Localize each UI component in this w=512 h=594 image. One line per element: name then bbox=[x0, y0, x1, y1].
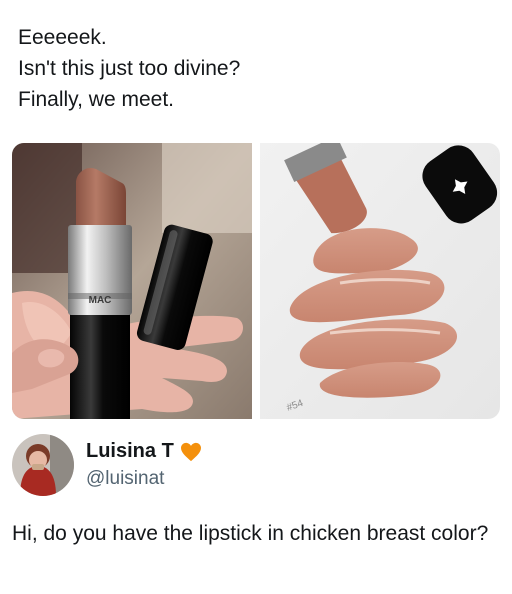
post-line: Finally, we meet. bbox=[18, 88, 174, 111]
display-name[interactable]: Luisina T bbox=[86, 440, 174, 463]
post-line: Isn't this just too divine? bbox=[18, 57, 241, 80]
lipstick-photo[interactable]: MAC bbox=[12, 143, 252, 419]
media-grid[interactable]: MAC #54 bbox=[12, 143, 500, 419]
post-text: Eeeeeek. Isn't this just too divine? Fin… bbox=[18, 22, 240, 115]
brand-text: MAC bbox=[89, 295, 112, 306]
post-line: Eeeeeek. bbox=[18, 26, 107, 49]
avatar[interactable] bbox=[12, 434, 74, 496]
reply-handle[interactable]: @luisinat bbox=[86, 468, 164, 490]
swatch-photo[interactable]: #54 bbox=[260, 143, 500, 419]
orange-heart-icon bbox=[180, 442, 201, 461]
reply-display-name[interactable]: Luisina T bbox=[86, 440, 202, 463]
reply-text: Hi, do you have the lipstick in chicken … bbox=[12, 522, 489, 545]
